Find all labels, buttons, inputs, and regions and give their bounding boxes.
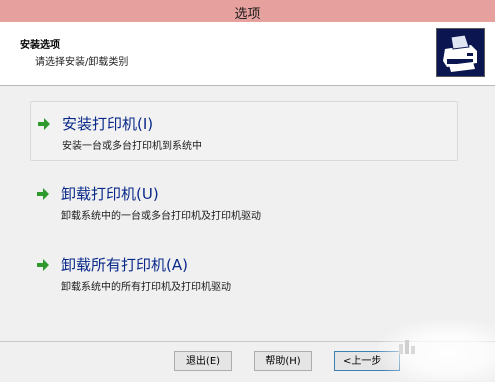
header-title: 安装选项 bbox=[20, 40, 60, 51]
option-label: 安装打印机(I) bbox=[62, 115, 154, 133]
green-arrow-icon bbox=[36, 257, 50, 271]
printer-logo-icon bbox=[436, 28, 485, 77]
option-label: 卸载所有打印机(A) bbox=[61, 256, 188, 274]
watermark-glare bbox=[378, 319, 495, 381]
option-description: 卸载系统中的所有打印机及打印机驱动 bbox=[61, 282, 231, 293]
option-uninstall-all-printers[interactable]: 卸载所有打印机(A) 卸载系统中的所有打印机及打印机驱动 bbox=[30, 243, 456, 301]
green-arrow-icon bbox=[36, 186, 50, 200]
watermark-icon bbox=[397, 336, 423, 362]
option-label: 卸载打印机(U) bbox=[61, 185, 159, 203]
window-title: 选项 bbox=[234, 7, 261, 22]
option-description: 安装一台或多台打印机到系统中 bbox=[62, 141, 202, 152]
exit-button[interactable]: 退出(E) bbox=[174, 351, 232, 371]
option-description: 卸载系统中的一台或多台打印机及打印机驱动 bbox=[61, 211, 261, 222]
header-subtitle: 请选择安装/卸载类别 bbox=[35, 57, 129, 68]
options-panel: 安装打印机(I) 安装一台或多台打印机到系统中 卸载打印机(U) 卸载系统中的一… bbox=[0, 86, 495, 341]
green-arrow-icon bbox=[37, 116, 51, 130]
title-bar[interactable]: 选项 bbox=[0, 0, 495, 22]
option-install-printer[interactable]: 安装打印机(I) 安装一台或多台打印机到系统中 bbox=[30, 101, 458, 161]
option-uninstall-printer[interactable]: 卸载打印机(U) 卸载系统中的一台或多台打印机及打印机驱动 bbox=[30, 172, 456, 230]
wizard-header: 安装选项 请选择安装/卸载类别 bbox=[0, 22, 495, 86]
help-button[interactable]: 帮助(H) bbox=[254, 351, 312, 371]
